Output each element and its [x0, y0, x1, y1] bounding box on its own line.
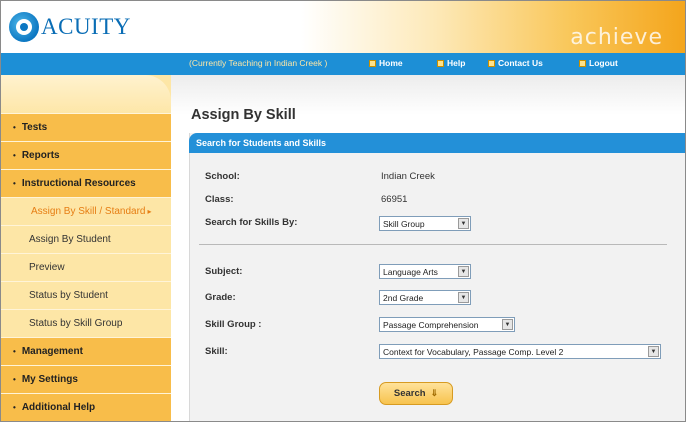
nav-help-label: Help — [447, 58, 466, 68]
sidebar-item-additional-help[interactable]: • Additional Help — [1, 393, 171, 421]
sidebar-item-assign-by-skill[interactable]: Assign By Skill / Standard ▸ — [1, 197, 171, 225]
bullet-icon: • — [13, 151, 16, 160]
teaching-status: (Currently Teaching in Indian Creek ) — [189, 58, 328, 68]
nav-contact-label: Contact Us — [498, 58, 543, 68]
sidebar-menu: • Tests • Reports • Instructional Resour… — [1, 113, 171, 421]
nav-logout-link[interactable]: Logout — [579, 58, 618, 68]
sidebar-item-my-settings[interactable]: • My Settings — [1, 365, 171, 393]
page-title: Assign By Skill — [191, 107, 296, 123]
sidebar-item-tests[interactable]: • Tests — [1, 113, 171, 141]
home-icon — [369, 59, 376, 67]
sidebar-item-label: Management — [21, 346, 83, 357]
sidebar-item-instructional-resources[interactable]: • Instructional Resources — [1, 169, 171, 197]
logo-text: ACUITY — [41, 14, 131, 39]
bullet-icon: • — [13, 403, 16, 412]
skill-group-label: Skill Group : — [205, 319, 262, 330]
search-by-selected: Skill Group — [383, 218, 425, 229]
sidebar-item-status-by-skill-group[interactable]: Status by Skill Group — [1, 309, 171, 337]
skill-selected: Context for Vocabulary, Passage Comp. Le… — [383, 346, 564, 357]
sidebar-item-status-by-student[interactable]: Status by Student — [1, 281, 171, 309]
sidebar-item-label: Tests — [21, 122, 48, 133]
nav-home-label: Home — [379, 58, 403, 68]
sidebar-top-curve — [1, 75, 171, 115]
nav-help-link[interactable]: Help — [437, 58, 465, 68]
sidebar-item-label: Status by Student — [29, 290, 108, 301]
chevron-down-icon[interactable]: ▼ — [458, 292, 469, 303]
sidebar-item-label: Assign By Skill / Standard — [31, 206, 146, 217]
search-by-select[interactable]: Skill Group ▼ — [379, 216, 471, 231]
chevron-down-icon[interactable]: ▼ — [502, 319, 513, 330]
bullet-icon: • — [13, 123, 16, 132]
subject-label: Subject: — [205, 266, 243, 277]
nav-contact-link[interactable]: Contact Us — [488, 58, 543, 68]
section-divider — [199, 244, 667, 245]
logout-icon — [579, 59, 586, 67]
search-button[interactable]: Search ⇓ — [379, 382, 453, 405]
sidebar-item-reports[interactable]: • Reports — [1, 141, 171, 169]
chevron-down-icon[interactable]: ▼ — [648, 346, 659, 357]
nav-logout-label: Logout — [589, 58, 618, 68]
skill-group-selected: Passage Comprehension — [383, 319, 479, 330]
class-value: 66951 — [381, 194, 408, 205]
active-arrow-icon: ▸ — [147, 207, 152, 216]
chevron-down-icon[interactable]: ▼ — [458, 266, 469, 277]
chevron-double-down-icon: ⇓ — [430, 388, 439, 398]
subject-selected: Language Arts — [383, 266, 438, 277]
grade-select[interactable]: 2nd Grade ▼ — [379, 290, 471, 305]
contact-icon — [488, 59, 495, 67]
school-value: Indian Creek — [381, 171, 435, 182]
chevron-down-icon[interactable]: ▼ — [458, 218, 469, 229]
class-label: Class: — [205, 194, 234, 205]
app-frame: achieve ACUITY (Currently Teaching in In… — [0, 0, 686, 422]
subject-select[interactable]: Language Arts ▼ — [379, 264, 471, 279]
sidebar-item-label: Preview — [29, 262, 65, 273]
logo-icon — [9, 12, 39, 42]
grade-selected: 2nd Grade — [383, 292, 424, 303]
sidebar-item-assign-by-student[interactable]: Assign By Student — [1, 225, 171, 253]
acuity-logo[interactable]: ACUITY — [9, 9, 131, 45]
sidebar-item-label: Additional Help — [21, 402, 96, 413]
skill-select[interactable]: Context for Vocabulary, Passage Comp. Le… — [379, 344, 661, 359]
skill-label: Skill: — [205, 346, 228, 357]
bullet-icon: • — [13, 347, 16, 356]
grade-label: Grade: — [205, 292, 236, 303]
nav-home-link[interactable]: Home — [369, 58, 403, 68]
sidebar-item-label: Reports — [21, 150, 60, 161]
bullet-icon: • — [13, 375, 16, 384]
school-label: School: — [205, 171, 240, 182]
sidebar-item-label: Assign By Student — [29, 234, 111, 245]
skill-group-select[interactable]: Passage Comprehension ▼ — [379, 317, 515, 332]
help-icon — [437, 59, 444, 67]
sidebar-item-preview[interactable]: Preview — [1, 253, 171, 281]
bullet-icon: • — [13, 179, 16, 188]
search-button-label: Search — [393, 388, 426, 399]
sidebar-item-label: Instructional Resources — [21, 178, 136, 189]
sidebar-item-management[interactable]: • Management — [1, 337, 171, 365]
search-panel-title: Search for Students and Skills — [196, 138, 327, 148]
sidebar-item-label: Status by Skill Group — [29, 318, 123, 329]
search-by-label: Search for Skills By: — [205, 217, 298, 228]
header-watermark: achieve — [570, 25, 663, 50]
sidebar-item-label: My Settings — [21, 374, 78, 385]
